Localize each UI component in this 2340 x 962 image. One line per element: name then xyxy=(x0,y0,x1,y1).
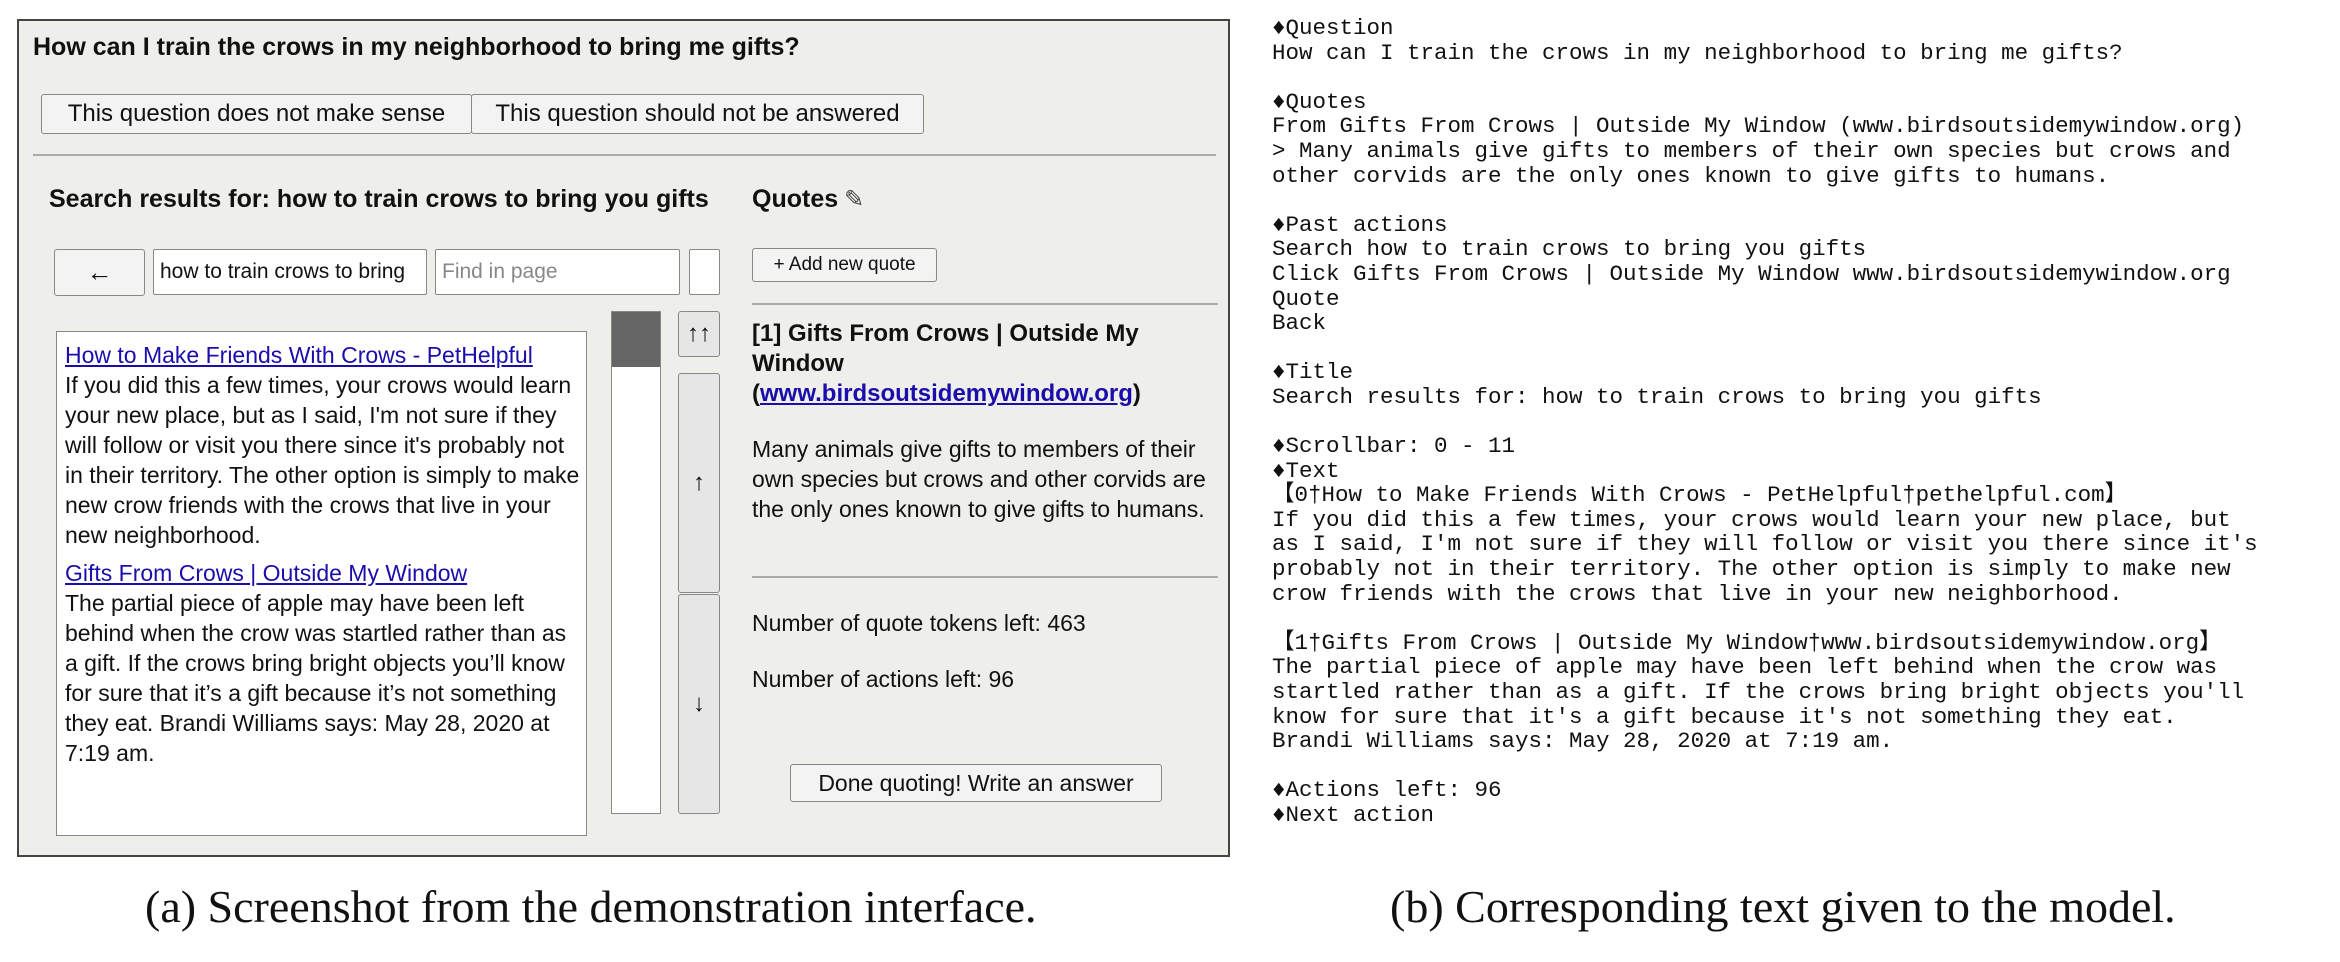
model-text-line: From Gifts From Crows | Outside My Windo… xyxy=(1272,113,2245,140)
result-link[interactable]: How to Make Friends With Crows - PetHelp… xyxy=(65,340,580,370)
caption-a: (a) Screenshot from the demonstration in… xyxy=(145,881,1037,932)
result-snippet: The partial piece of apple may have been… xyxy=(65,590,567,766)
model-text-line: Quote xyxy=(1272,285,1340,312)
search-input[interactable]: how to train crows to bring xyxy=(153,249,427,295)
question-heading: How can I train the crows in my neighbor… xyxy=(33,33,800,61)
scrollbar-track[interactable] xyxy=(611,311,661,814)
model-text-line: know for sure that it's a gift because i… xyxy=(1272,703,2177,730)
model-text-line: crow friends with the crows that live in… xyxy=(1272,580,2123,607)
add-quote-button[interactable]: + Add new quote xyxy=(752,248,937,282)
model-text-line: ♦Actions left: 96 xyxy=(1272,777,1502,804)
done-quoting-button[interactable]: Done quoting! Write an answer xyxy=(790,764,1162,802)
quote-source-title: [1] Gifts From Crows | Outside My Window xyxy=(752,320,1139,377)
model-text-line: probably not in their territory. The oth… xyxy=(1272,556,2231,583)
model-text-line: The partial piece of apple may have been… xyxy=(1272,654,2218,681)
model-text-line: Back xyxy=(1272,310,1327,337)
model-text-line: ♦Text xyxy=(1272,457,1340,484)
model-text-line: ♦Title xyxy=(1272,359,1354,386)
caption-b: (b) Corresponding text given to the mode… xyxy=(1390,881,2176,932)
model-text-line: ♦Quotes xyxy=(1272,88,1367,115)
model-text-line: Search how to train crows to bring you g… xyxy=(1272,236,1867,263)
scrollbar-thumb[interactable] xyxy=(612,312,660,367)
find-in-page-input[interactable]: Find in page xyxy=(435,249,680,295)
question-no-answer-button[interactable]: This question should not be answered xyxy=(471,94,924,134)
divider xyxy=(752,576,1218,578)
actions-left: Number of actions left: 96 xyxy=(752,666,1015,692)
back-button[interactable]: ← xyxy=(54,249,145,296)
scroll-to-top-button[interactable]: ↑↑ xyxy=(678,311,720,357)
model-text-line: Click Gifts From Crows | Outside My Wind… xyxy=(1272,260,2231,287)
find-submit-box[interactable] xyxy=(689,249,720,295)
model-text-line: Brandi Williams says: May 28, 2020 at 7:… xyxy=(1272,728,1894,755)
model-text-line: If you did this a few times, your crows … xyxy=(1272,506,2231,533)
model-text-line: as I said, I'm not sure if they will fol… xyxy=(1272,531,2258,558)
question-no-sense-button[interactable]: This question does not make sense xyxy=(41,94,472,134)
quote-tokens-left: Number of quote tokens left: 463 xyxy=(752,610,1086,636)
result-link[interactable]: Gifts From Crows | Outside My Window xyxy=(65,558,580,588)
model-text-panel: ♦Question How can I train the crows in my… xyxy=(1272,16,2332,846)
divider xyxy=(33,154,1216,156)
quote-text: Many animals give gifts to members of th… xyxy=(752,436,1206,522)
model-text-line: ♦Scrollbar: 0 - 11 xyxy=(1272,433,1516,460)
result-snippet: If you did this a few times, your crows … xyxy=(65,372,580,548)
model-text-line: ♦Past actions xyxy=(1272,211,1448,238)
model-text-line: ♦Question xyxy=(1272,16,1394,41)
scroll-up-button[interactable]: ↑ xyxy=(678,373,720,593)
divider xyxy=(752,303,1218,305)
quote-source-link[interactable]: www.birdsoutsidemywindow.org xyxy=(760,380,1133,407)
scroll-down-button[interactable]: ↓ xyxy=(678,594,720,814)
model-text-line: How can I train the crows in my neighbor… xyxy=(1272,39,2123,66)
model-text-line: ♦Next action xyxy=(1272,802,1435,828)
quotes-heading-label: Quotes xyxy=(752,185,839,213)
pencil-icon[interactable]: ✎ xyxy=(844,186,864,213)
model-text-line: other corvids are the only ones known to… xyxy=(1272,162,2110,189)
model-text-line: 【0†How to Make Friends With Crows - PetH… xyxy=(1272,482,2128,509)
model-text-line: Search results for: how to train crows t… xyxy=(1272,383,2042,410)
quote-title: [1] Gifts From Crows | Outside My Window… xyxy=(752,320,1141,407)
search-results-list: How to Make Friends With Crows - PetHelp… xyxy=(56,331,587,836)
model-text-line: startled rather than as a gift. If the c… xyxy=(1272,679,2245,706)
model-text-line: 【1†Gifts From Crows | Outside My Window†… xyxy=(1272,629,2222,656)
demo-interface-screenshot: How can I train the crows in my neighbor… xyxy=(17,19,1230,857)
search-results-title: Search results for: how to train crows t… xyxy=(49,185,709,213)
model-text-line: > Many animals give gifts to members of … xyxy=(1272,137,2231,164)
quotes-heading: Quotes ✎ xyxy=(752,185,864,214)
